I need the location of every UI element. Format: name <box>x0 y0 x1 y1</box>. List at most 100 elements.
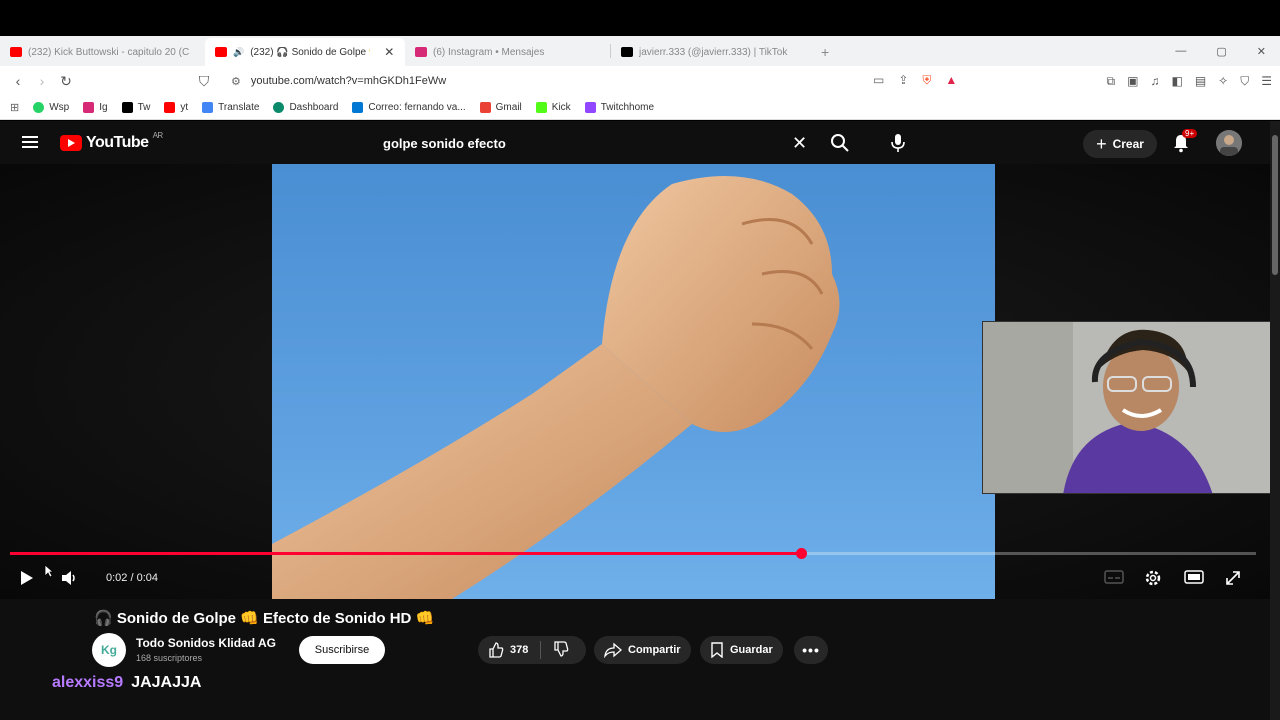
bookmark-label: Translate <box>218 102 260 113</box>
bookmark-label: Tw <box>137 102 151 113</box>
wallet-icon[interactable]: ▣ <box>1127 74 1138 88</box>
save-label: Guardar <box>730 644 773 656</box>
tab-tiktok[interactable]: javierr.333 (@javierr.333) | TikTok <box>611 38 811 66</box>
bookmark-kick[interactable]: Kick <box>535 102 571 113</box>
hamburger-menu-icon[interactable] <box>22 136 38 148</box>
mouse-cursor-icon <box>44 564 55 581</box>
instagram-icon <box>83 102 95 113</box>
more-actions-button[interactable]: ••• <box>794 636 828 664</box>
address-bar-row: ‹ › ↻ ⛉ ⚙ youtube.com/watch?v=mhGKDh1FeW… <box>0 66 1280 96</box>
bookmark-label: Wsp <box>49 102 70 113</box>
close-window-icon[interactable]: ✕ <box>1257 45 1266 58</box>
x-icon <box>121 102 133 113</box>
fist-illustration <box>272 176 840 599</box>
theater-mode-icon[interactable] <box>1184 569 1204 588</box>
bookmark-save-icon <box>711 642 723 658</box>
new-tab-button[interactable]: + <box>811 38 839 66</box>
share-button[interactable]: Compartir <box>594 636 691 664</box>
brave-rewards-icon[interactable]: ▲ <box>945 73 957 88</box>
search-icon[interactable] <box>830 133 850 158</box>
stream-chat-message: alexxiss9 JAJAJJA <box>52 674 201 692</box>
bookmark-dashboard[interactable]: Dashboard <box>273 102 338 113</box>
leo-icon[interactable]: ✧ <box>1218 74 1228 88</box>
player-controls: 0:02 / 0:04 <box>0 564 1270 594</box>
kick-icon <box>535 102 547 113</box>
page-scrollbar[interactable] <box>1270 121 1280 720</box>
video-player[interactable]: 0:02 / 0:04 <box>0 164 1280 599</box>
reload-icon[interactable]: ↻ <box>54 73 78 90</box>
bookmark-label: Dashboard <box>289 102 339 113</box>
video-frame[interactable] <box>272 164 995 599</box>
thumbs-up-icon <box>489 642 504 658</box>
dislike-button[interactable] <box>553 640 569 660</box>
clear-search-icon[interactable]: ✕ <box>792 133 807 154</box>
media-icon[interactable]: ♫ <box>1150 74 1159 88</box>
bookmark-yt[interactable]: yt <box>164 102 188 113</box>
bookmark-tw[interactable]: Tw <box>121 102 151 113</box>
apps-grid-icon[interactable]: ⊞ <box>10 101 19 114</box>
bookmark-icon[interactable]: ⛉ <box>192 73 216 90</box>
bookmark-correo[interactable]: Correo: fernando va... <box>352 102 466 113</box>
tab-instagram[interactable]: (6) Instagram • Mensajes <box>405 38 610 66</box>
whatsapp-icon <box>33 102 45 113</box>
url-text: youtube.com/watch?v=mhGKDh1FeWw <box>250 75 447 87</box>
bookmark-label: Correo: fernando va... <box>368 102 466 113</box>
streamer-webcam-overlay <box>982 321 1280 494</box>
search-input[interactable]: golpe sonido efecto <box>370 131 820 155</box>
extensions-icon[interactable]: ⧉ <box>1107 74 1116 89</box>
bookmark-twitch[interactable]: Twitchhome <box>584 102 654 113</box>
bookmark-gmail[interactable]: Gmail <box>479 102 522 113</box>
bookmark-wsp[interactable]: Wsp <box>33 102 69 113</box>
top-black-bar <box>0 0 1280 36</box>
channel-avatar[interactable]: Kg <box>92 633 126 667</box>
like-button[interactable]: 378 <box>488 642 528 658</box>
play-icon[interactable] <box>18 569 36 590</box>
close-tab-icon[interactable]: ✕ <box>384 45 394 59</box>
scrollbar-thumb[interactable] <box>1272 135 1278 275</box>
toolbar-right: ⧉ ▣ ♫ ◧ ▤ ✧ ⛉ ☰ <box>1107 66 1272 96</box>
subtitles-icon[interactable] <box>1104 569 1124 588</box>
twitch-icon <box>584 102 596 113</box>
channel-name[interactable]: Todo Sonidos Klidad AG <box>136 636 276 650</box>
minimize-icon[interactable]: — <box>1175 45 1186 57</box>
youtube-logo[interactable]: YouTube AR <box>60 130 164 152</box>
bookmark-label: Gmail <box>495 102 522 113</box>
like-divider <box>540 641 542 659</box>
video-info: 🎧 Sonido de Golpe 👊 Efecto de Sonido HD … <box>0 599 1270 720</box>
url-field[interactable]: ⚙ youtube.com/watch?v=mhGKDh1FeWw <box>225 69 985 93</box>
bookmark-ig[interactable]: Ig <box>83 102 108 113</box>
create-button[interactable]: + Crear <box>1083 130 1157 158</box>
share-label: Compartir <box>628 644 681 656</box>
share-icon[interactable]: ⇪ <box>898 73 908 88</box>
youtube-play-logo-icon <box>60 135 82 151</box>
plus-icon: + <box>1096 133 1107 154</box>
progress-bar[interactable] <box>10 548 1256 559</box>
subscriber-count: 168 suscriptores <box>136 653 203 663</box>
chat-text: JAJAJJA <box>131 674 202 691</box>
microphone-icon[interactable] <box>890 133 906 158</box>
back-icon[interactable]: ‹ <box>6 73 30 89</box>
fullscreen-icon[interactable] <box>1224 569 1242 590</box>
sidebar-icon[interactable]: ◧ <box>1171 74 1182 88</box>
bookmark-label: Ig <box>99 102 108 113</box>
subscribe-button[interactable]: Suscribirse <box>299 636 385 664</box>
tab-sonido-golpe[interactable]: 🔊 (232) 🎧 Sonido de Golpe 👊 ✕ <box>205 38 405 66</box>
vpn-icon[interactable]: ⛉ <box>1240 74 1249 89</box>
wallet2-icon[interactable]: ▤ <box>1195 74 1206 88</box>
bookmark-translate[interactable]: Translate <box>202 102 259 113</box>
site-info-icon[interactable]: ⚙ <box>231 75 241 88</box>
maximize-icon[interactable]: ▢ <box>1216 45 1226 58</box>
save-button[interactable]: Guardar <box>700 636 783 664</box>
brave-shield-icon[interactable]: ⛨ <box>922 73 931 88</box>
menu-icon[interactable]: ☰ <box>1261 74 1272 88</box>
volume-icon[interactable] <box>60 569 78 590</box>
forward-icon[interactable]: › <box>30 73 54 89</box>
youtube-header: YouTube AR golpe sonido efecto ✕ + Crear… <box>0 121 1270 165</box>
settings-gear-icon[interactable] <box>1144 569 1162 590</box>
streamer-figure <box>983 322 1279 493</box>
cast-icon[interactable]: ▭ <box>873 73 884 88</box>
tab-kick-buttowski[interactable]: (232) Kick Buttowski - capitulo 20 (C <box>0 38 205 66</box>
user-avatar[interactable] <box>1216 130 1242 156</box>
country-code: AR <box>152 130 164 140</box>
thumbs-down-icon <box>554 640 569 657</box>
